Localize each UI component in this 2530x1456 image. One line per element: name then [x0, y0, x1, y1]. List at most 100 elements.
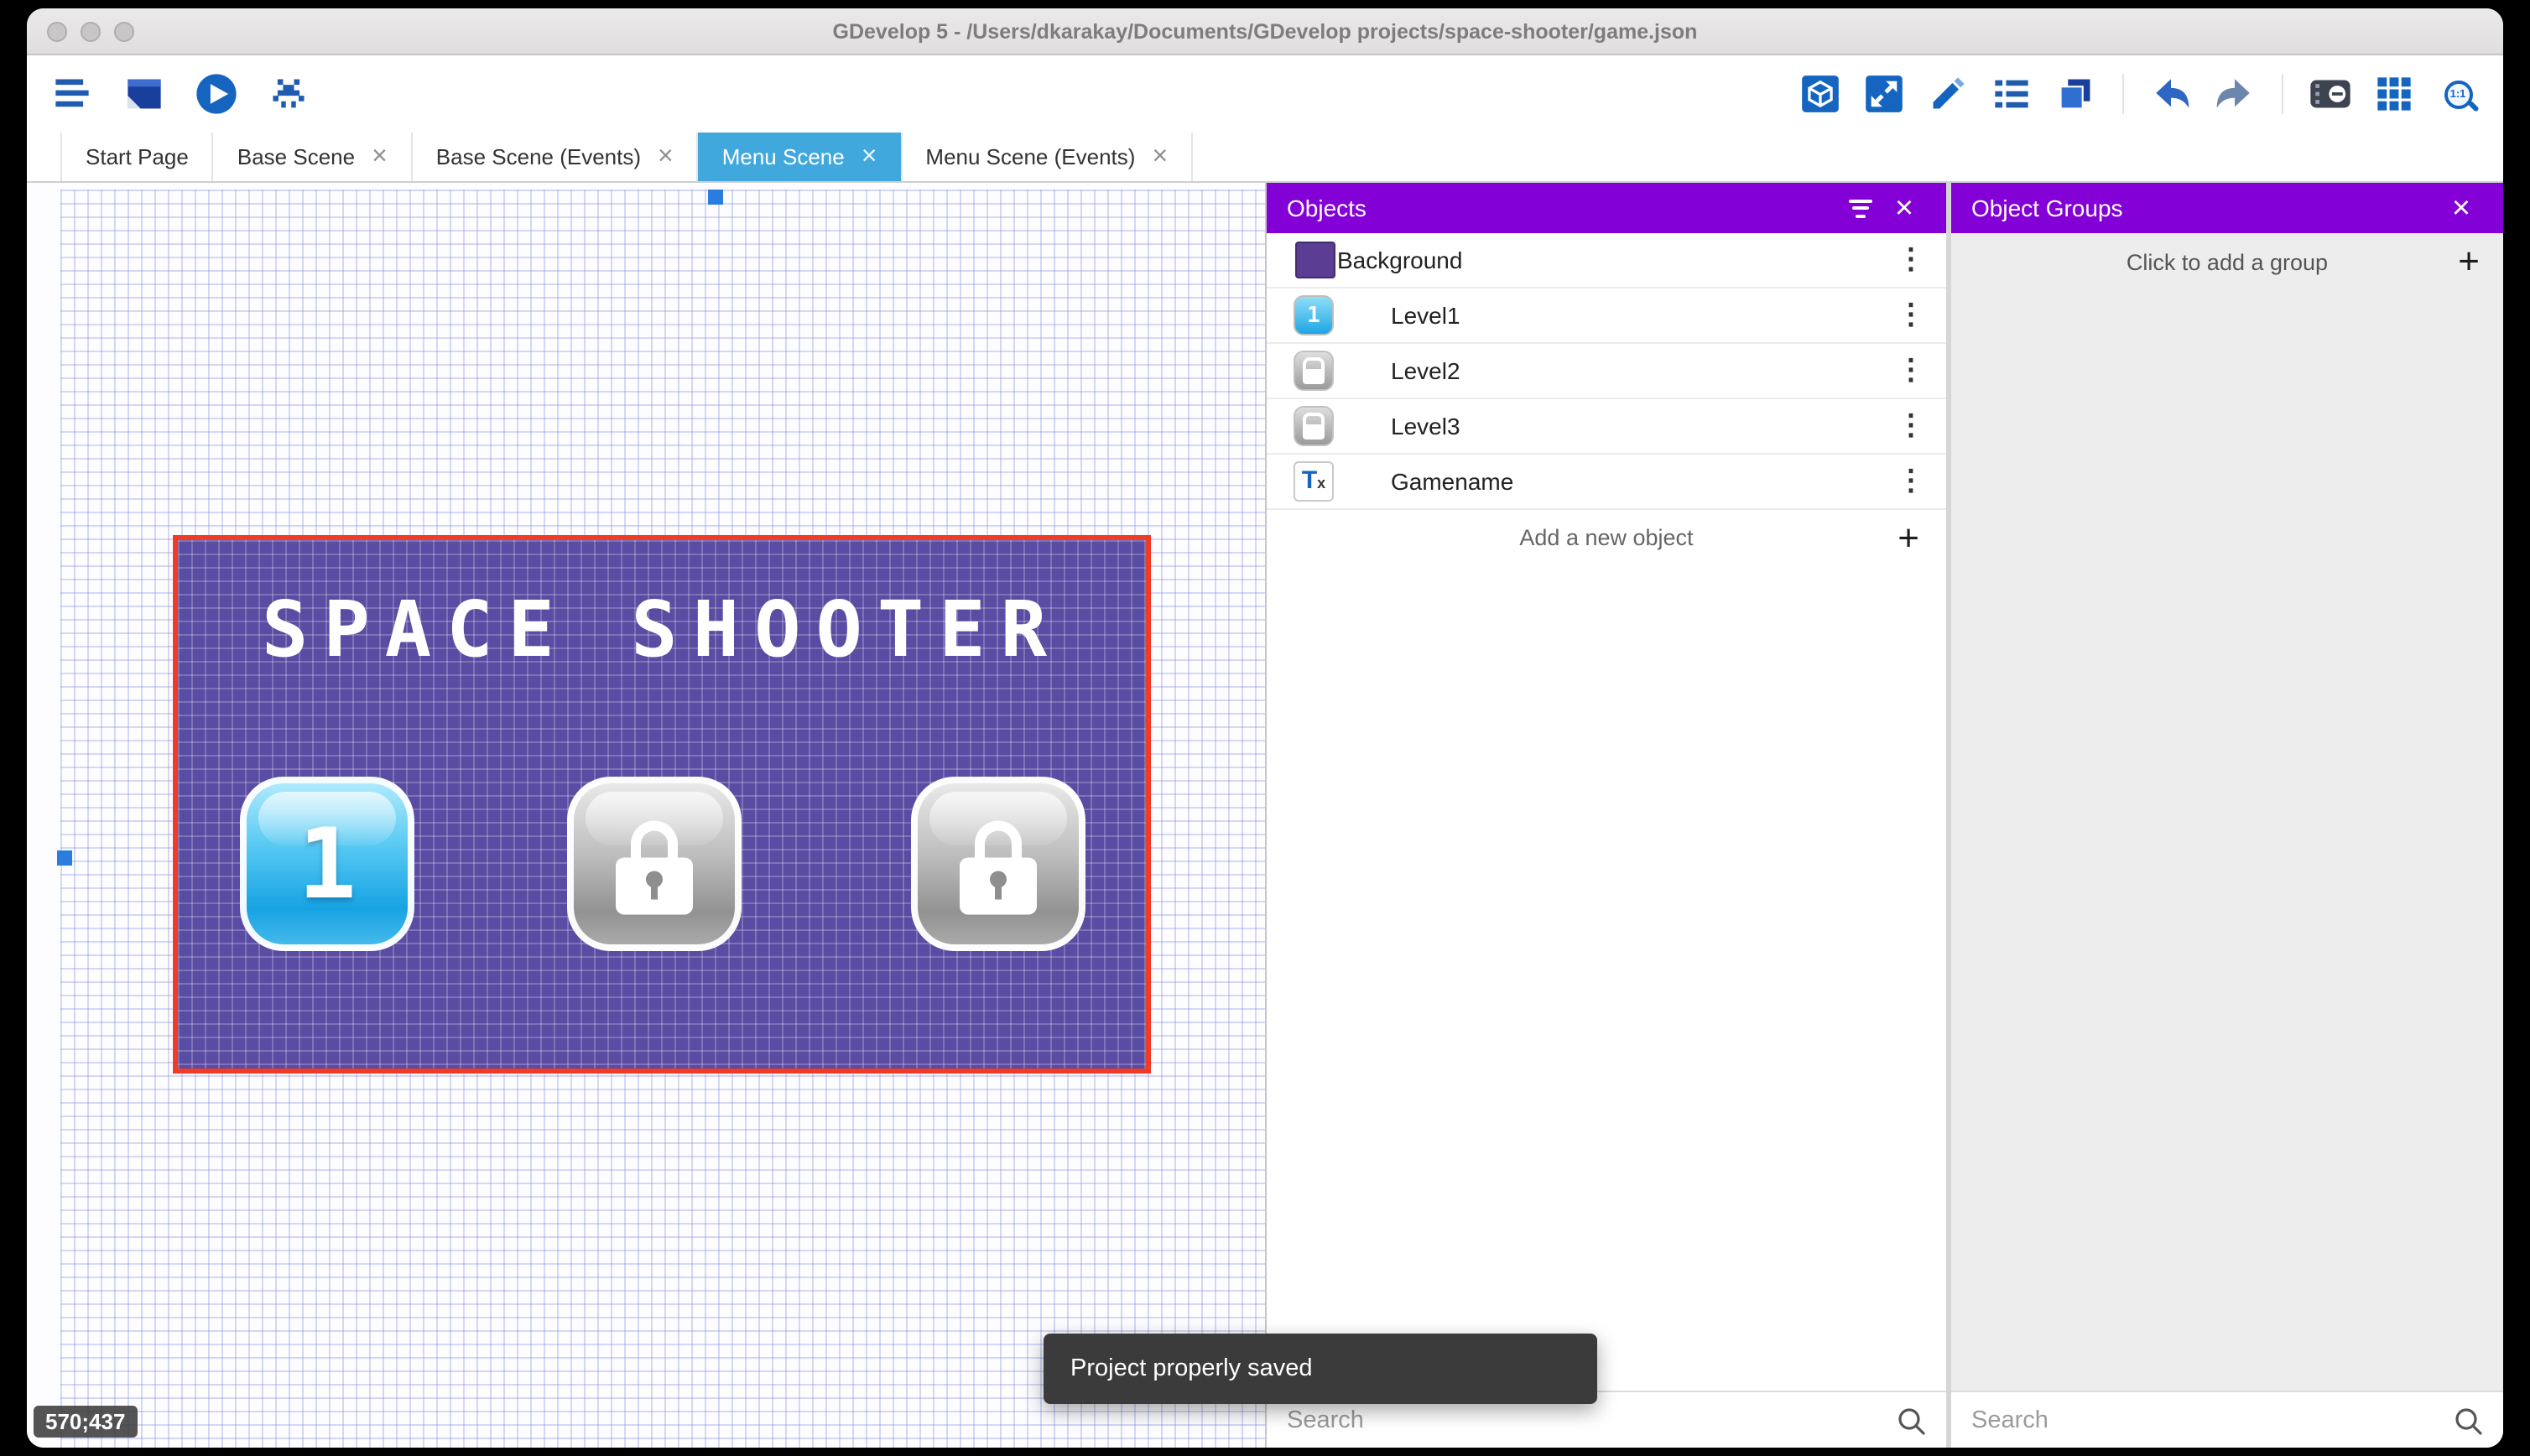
- padlock-body: [960, 857, 1037, 914]
- preview-play-icon: [195, 72, 238, 116]
- tab-close-icon[interactable]: ×: [1152, 143, 1168, 170]
- object-label: Background: [1337, 247, 1892, 273]
- object-row-level2[interactable]: Level2 ⋮: [1267, 344, 1946, 399]
- objects-panel-title: Objects: [1287, 195, 1839, 221]
- object-swap-icon: [1864, 74, 1904, 114]
- object-row-gamename[interactable]: Gamename ⋮: [1267, 455, 1946, 510]
- tab-menu-scene[interactable]: Menu Scene ×: [699, 133, 903, 181]
- filter-button[interactable]: [1839, 186, 1882, 230]
- add-group-label: Click to add a group: [2127, 249, 2328, 274]
- objects-search-input[interactable]: [1287, 1407, 1896, 1433]
- object-swap-button[interactable]: [1862, 72, 1906, 116]
- gdevelop-window: GDevelop 5 - /Users/dkarakay/Documents/G…: [27, 8, 2503, 1448]
- tab-close-icon[interactable]: ×: [862, 143, 877, 170]
- zoom-label: 1:1: [2450, 88, 2466, 100]
- zoom-window-button[interactable]: [114, 22, 134, 42]
- events-list-icon: [1991, 74, 2032, 114]
- project-manager-icon: [52, 74, 92, 114]
- cube-3d-view-icon: [1800, 74, 1840, 114]
- level2-button-sprite[interactable]: [567, 777, 742, 951]
- cube-3d-view-button[interactable]: [1799, 72, 1842, 116]
- kebab-menu-icon[interactable]: ⋮: [1892, 409, 1929, 443]
- layers-button[interactable]: [2054, 72, 2097, 116]
- window-mask-toggle-button[interactable]: [2309, 72, 2352, 116]
- padlock-icon: [960, 820, 1037, 914]
- add-object-label: Add a new object: [1519, 525, 1693, 550]
- toolbar-separator: [2282, 74, 2283, 114]
- kebab-menu-icon[interactable]: ⋮: [1892, 354, 1929, 387]
- tab-menu-scene-events[interactable]: Menu Scene (Events) ×: [902, 133, 1193, 181]
- tab-base-scene-events[interactable]: Base Scene (Events) ×: [413, 133, 699, 181]
- project-manager-button[interactable]: [50, 72, 94, 116]
- object-row-level1[interactable]: Level1 ⋮: [1267, 289, 1946, 344]
- level3-button-sprite[interactable]: [911, 777, 1085, 951]
- add-object-row[interactable]: Add a new object +: [1267, 510, 1946, 565]
- tab-start-page[interactable]: Start Page: [60, 133, 214, 181]
- title-bar: GDevelop 5 - /Users/dkarakay/Documents/G…: [27, 8, 2503, 55]
- tab-close-icon[interactable]: ×: [658, 143, 674, 170]
- tab-label: Start Page: [86, 144, 189, 169]
- objects-list: Background ⋮ Level1 ⋮ Level2 ⋮: [1267, 233, 1946, 1391]
- object-row-background[interactable]: Background ⋮: [1267, 233, 1946, 289]
- debug-icon: [268, 74, 309, 114]
- toolbar-left-group: [50, 72, 310, 116]
- preview-play-button[interactable]: [195, 72, 238, 116]
- edit-pencil-icon: [1928, 74, 1968, 114]
- edit-pencil-button[interactable]: [1926, 72, 1970, 116]
- object-row-level3[interactable]: Level3 ⋮: [1267, 399, 1946, 455]
- scene-window-icon: [124, 74, 164, 114]
- tab-base-scene[interactable]: Base Scene ×: [214, 133, 413, 181]
- add-object-plus-icon[interactable]: +: [1898, 519, 1919, 556]
- level1-digit: 1: [247, 783, 408, 944]
- object-label: Gamename: [1391, 468, 1892, 495]
- undo-icon: [2149, 72, 2193, 116]
- add-group-plus-icon[interactable]: +: [2458, 243, 2480, 280]
- tab-label: Base Scene (Events): [436, 144, 641, 169]
- layers-icon: [2055, 74, 2095, 114]
- close-icon: ×: [2452, 192, 2470, 224]
- object-label: Level3: [1391, 413, 1892, 439]
- main-area: SPACE SHOOTER 1: [27, 183, 2503, 1448]
- redo-button[interactable]: [2213, 72, 2257, 116]
- level1-object-icon: [1294, 295, 1334, 335]
- redo-icon: [2213, 72, 2257, 116]
- kebab-menu-icon[interactable]: ⋮: [1892, 465, 1929, 498]
- selection-handle[interactable]: [57, 850, 72, 866]
- scene-window-button[interactable]: [122, 72, 166, 116]
- window-mask-icon: [2309, 72, 2352, 116]
- kebab-menu-icon[interactable]: ⋮: [1892, 243, 1929, 277]
- toolbar-right-group: 1:1: [1799, 72, 2480, 116]
- close-window-button[interactable]: [47, 22, 67, 42]
- padlock-body: [616, 857, 693, 914]
- tab-label: Base Scene: [237, 144, 355, 169]
- selection-handle[interactable]: [708, 190, 723, 205]
- toolbar: 1:1: [27, 55, 2503, 133]
- locked-object-icon: [1294, 406, 1334, 446]
- toolbar-separator: [2122, 74, 2124, 114]
- scene-instance-background[interactable]: SPACE SHOOTER 1: [173, 535, 1151, 1074]
- minimize-window-button[interactable]: [81, 22, 101, 42]
- search-icon: [2453, 1405, 2483, 1435]
- window-title: GDevelop 5 - /Users/dkarakay/Documents/G…: [27, 19, 2503, 43]
- text-object-icon: [1294, 461, 1334, 502]
- kebab-menu-icon[interactable]: ⋮: [1892, 299, 1929, 332]
- zoom-1-1-button[interactable]: 1:1: [2436, 72, 2480, 116]
- undo-button[interactable]: [2149, 72, 2193, 116]
- add-group-row[interactable]: Click to add a group +: [1951, 233, 2503, 290]
- tab-label: Menu Scene (Events): [925, 144, 1135, 169]
- locked-object-icon: [1294, 351, 1334, 391]
- padlock-keyhole: [990, 871, 1007, 887]
- objects-panel-close-button[interactable]: ×: [1882, 186, 1926, 230]
- groups-search-input[interactable]: [1971, 1407, 2453, 1433]
- object-label: Level1: [1391, 302, 1892, 329]
- grid-toggle-button[interactable]: [2372, 72, 2416, 116]
- level1-button-sprite[interactable]: 1: [240, 777, 414, 951]
- scene-editor-canvas[interactable]: SPACE SHOOTER 1: [27, 183, 1267, 1448]
- tab-close-icon[interactable]: ×: [372, 143, 388, 170]
- background-object-icon: [1295, 242, 1335, 278]
- object-groups-close-button[interactable]: ×: [2439, 186, 2483, 230]
- groups-search-bar: [1951, 1391, 2503, 1448]
- events-list-button[interactable]: [1990, 72, 2033, 116]
- filter-icon: [1849, 199, 1872, 217]
- debug-button[interactable]: [267, 72, 310, 116]
